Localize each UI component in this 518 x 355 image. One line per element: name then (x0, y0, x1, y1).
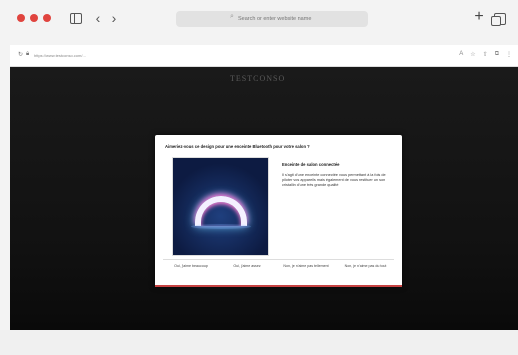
search-icon: ⌕ (230, 13, 234, 20)
answer-option-like[interactable]: Oui, j'aime assez (219, 261, 275, 271)
modal-accent-border (155, 285, 402, 287)
extensions-icon[interactable]: ⧉ (495, 51, 499, 58)
star-icon[interactable]: ☆ (470, 51, 475, 58)
answer-option-dislike[interactable]: Non, je n'aime pas tellement (275, 261, 337, 271)
sidebar-icon[interactable] (70, 13, 82, 24)
site-logo[interactable]: TESTCONSO (230, 74, 285, 83)
lock-icon: 🔒︎ (26, 51, 30, 57)
tabs-overview-icon[interactable] (491, 13, 506, 26)
product-description: Il s'agit d'une enceinte connectée vous … (282, 173, 386, 188)
modal-title: Aimeriez-vous ce design pour une enceint… (165, 144, 310, 149)
url-text[interactable]: https://www.testconso.com/... (34, 53, 86, 58)
browser-frame: ‹ › ⌕ + ↻ 🔒︎ https://www.testconso.com/.… (0, 0, 518, 355)
translate-icon[interactable]: A (459, 51, 463, 58)
rainbow-speaker-illustration (195, 196, 247, 226)
survey-modal: Aimeriez-vous ce design pour une enceint… (155, 135, 402, 287)
close-window-button[interactable] (17, 14, 25, 22)
back-icon[interactable]: ‹ (92, 10, 104, 26)
answer-option-hate[interactable]: Non, je n'aime pas du tout (337, 261, 394, 271)
web-window: ↻ 🔒︎ https://www.testconso.com/... A ☆ ⇧… (10, 45, 518, 330)
answer-option-love[interactable]: Oui, j'aime beaucoup (163, 261, 219, 271)
forward-icon[interactable]: › (108, 10, 120, 26)
browser-toolbar: ‹ › ⌕ + (0, 0, 518, 38)
answer-options: Oui, j'aime beaucoup Oui, j'aime assez N… (163, 261, 394, 271)
maximize-window-button[interactable] (43, 14, 51, 22)
minimize-window-button[interactable] (30, 14, 38, 22)
product-image (172, 157, 269, 256)
share-icon[interactable]: ⇧ (483, 51, 488, 58)
search-bar[interactable]: ⌕ (176, 11, 368, 27)
address-bar[interactable]: ↻ 🔒︎ https://www.testconso.com/... A ☆ ⇧… (10, 45, 518, 67)
divider (163, 259, 394, 260)
menu-icon[interactable]: ⋮ (506, 51, 512, 58)
reload-icon[interactable]: ↻ (18, 51, 23, 58)
new-tab-icon[interactable]: + (472, 9, 486, 25)
bottom-strip (0, 330, 518, 355)
speaker-glow (191, 224, 251, 229)
window-controls (17, 14, 51, 22)
product-name: Enceinte de salon connectée (282, 162, 340, 167)
address-actions: A ☆ ⇧ ⧉ ⋮ (459, 51, 512, 58)
search-input[interactable] (238, 13, 358, 25)
